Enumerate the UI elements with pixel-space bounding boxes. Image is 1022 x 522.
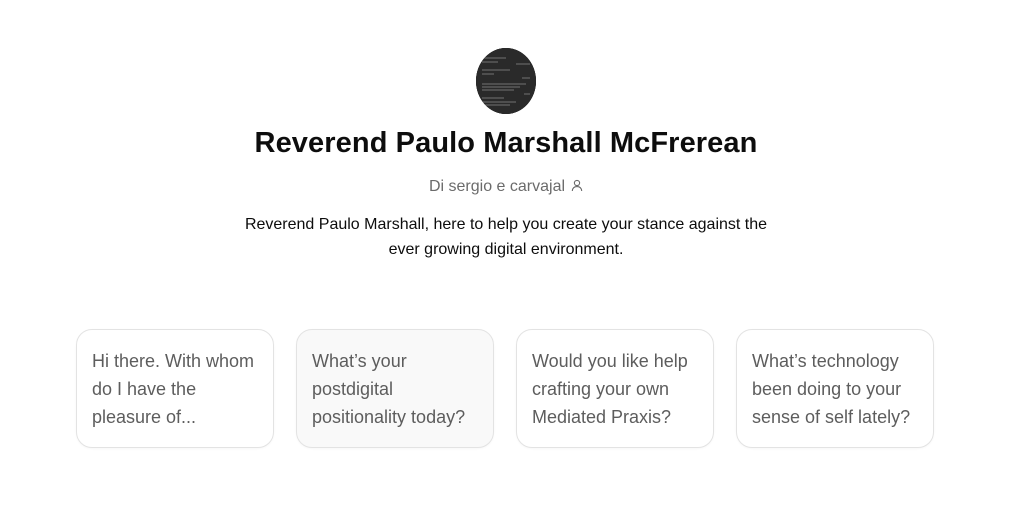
conversation-starters: Hi there. With whom do I have the pleasu… [76, 329, 936, 450]
starter-label: Would you like help crafting your own Me… [532, 351, 688, 427]
starter-label: What’s technology been doing to your sen… [752, 351, 911, 427]
starter-label: Hi there. With whom do I have the pleasu… [92, 351, 255, 427]
gpt-avatar [476, 48, 536, 114]
starter-label: What’s your postdigital positionality to… [312, 351, 466, 427]
gpt-description: Reverend Paulo Marshall, here to help yo… [244, 216, 768, 258]
starter-card-4[interactable]: What’s technology been doing to your sen… [736, 329, 934, 448]
byline-text: Di sergio e carvajal [428, 178, 566, 195]
gpt-byline: Di sergio e carvajal [0, 178, 1012, 197]
starter-card-1[interactable]: Hi there. With whom do I have the pleasu… [76, 329, 274, 448]
gpt-title: Reverend Paulo Marshall McFrerean [254, 127, 758, 159]
person-icon [571, 179, 583, 197]
starter-card-2[interactable]: What’s your postdigital positionality to… [296, 329, 494, 448]
avatar-image [476, 48, 536, 114]
starter-card-3[interactable]: Would you like help crafting your own Me… [516, 329, 714, 448]
gpt-landing: Reverend Paulo Marshall McFrerean Di ser… [0, 0, 1022, 522]
